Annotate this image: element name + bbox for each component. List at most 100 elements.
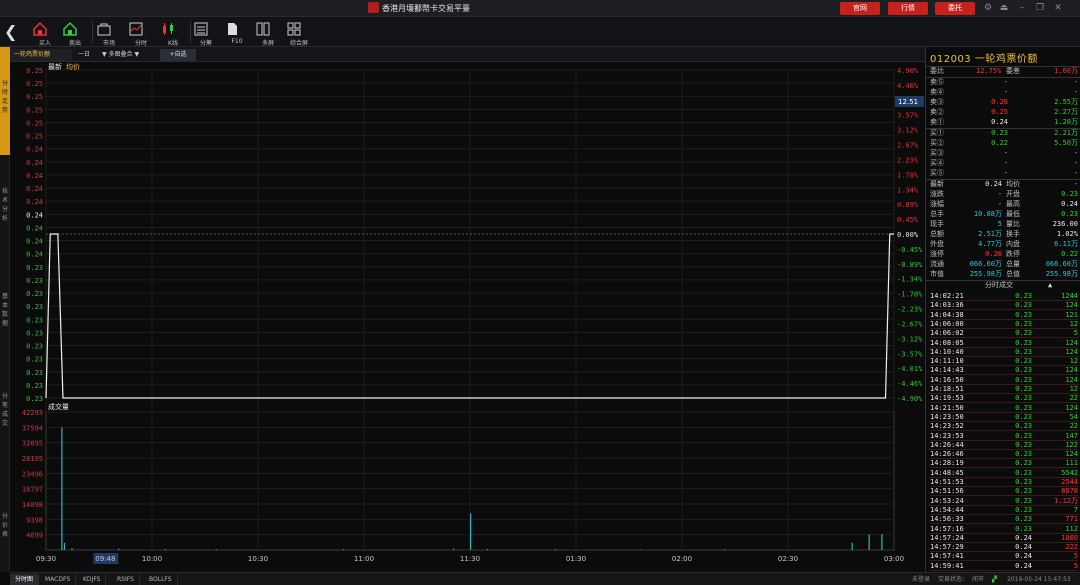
- tab-kdjfs[interactable]: KDJFS: [78, 574, 107, 585]
- minimize-icon[interactable]: –: [1016, 3, 1028, 14]
- tab-rsifs[interactable]: RSIFS: [112, 574, 140, 585]
- close-icon[interactable]: ✕: [1052, 3, 1064, 14]
- combined-screen-label: 综合屏: [289, 40, 308, 47]
- back-arrow-icon[interactable]: ❮: [4, 23, 20, 41]
- trade-volume: 2544: [1061, 478, 1078, 486]
- add-watchlist-button[interactable]: +自选: [160, 49, 196, 61]
- trade-price: 0.24: [1015, 533, 1032, 542]
- stat-label: 最低: [1006, 210, 1020, 218]
- ratio-label: 委比: [930, 67, 944, 75]
- stat-label: 市值: [930, 270, 944, 278]
- trade-price: 0.23: [1015, 412, 1032, 421]
- volume-bar: [63, 542, 66, 550]
- y-left-tick-label: 0.24: [26, 211, 43, 219]
- f10-tool-button[interactable]: F10: [224, 19, 250, 45]
- y-right-tick-label: 0.45%: [897, 216, 919, 224]
- y-left-tick-label: 0.24: [26, 159, 43, 167]
- y-right-tick-label: 2.67%: [897, 142, 919, 150]
- tab-product[interactable]: 一轮鸡票价额: [10, 49, 72, 61]
- stat-value: 255.98万: [1045, 270, 1078, 278]
- f10-label: F10: [231, 38, 243, 45]
- trade-row: 14:06:02 0.23 5: [930, 329, 1078, 339]
- stat-row: 总手 10.88万 最低 0.23: [930, 210, 1078, 219]
- trade-volume: 1000: [1061, 533, 1078, 542]
- bid-row: 买④ - -: [930, 159, 1078, 168]
- tab-tick-trades[interactable]: 分笔成交: [0, 392, 10, 432]
- order-button[interactable]: 委托: [935, 2, 975, 15]
- y-left-tick-label: 0.23: [26, 277, 43, 285]
- y-right-tick-label: -3.12%: [897, 335, 923, 343]
- multiscreen-tool-button[interactable]: 多屏: [255, 19, 281, 47]
- trade-price: 0.23: [1015, 366, 1032, 375]
- bid-level: 买④: [930, 159, 944, 167]
- kline-tool-button[interactable]: K线: [160, 19, 186, 47]
- trade-row: 14:57:29 0.24 222: [930, 543, 1078, 553]
- tab-basic-data[interactable]: 基本数据: [0, 292, 10, 332]
- trade-row: 14:26:44 0.23 122: [930, 441, 1078, 450]
- period-select[interactable]: 一日: [74, 49, 94, 61]
- tab-timeshare-chart[interactable]: 分时图: [10, 574, 40, 585]
- trade-volume: 5: [1073, 561, 1078, 570]
- volume-tick-label: 18797: [22, 486, 43, 494]
- mode-select[interactable]: ▼ 多图叠合 ▼: [98, 49, 143, 61]
- y-right-tick-label: 2.23%: [897, 156, 919, 164]
- trade-time: 14:06:00: [930, 319, 964, 328]
- bid-level: 买⑤: [930, 169, 944, 177]
- y-right-tick-label: 4.46%: [897, 82, 919, 90]
- stat-label: 最高: [1006, 200, 1020, 208]
- restore-icon[interactable]: ❐: [1034, 3, 1046, 14]
- sell-button[interactable]: 卖出: [62, 19, 88, 47]
- quote-panel: 012003 一轮鸡票价额 委比 12.75% 委差 1.60万 卖⑤ - - 卖④ - - 卖③ 0…: [925, 47, 1080, 572]
- diff-label: 委差: [1006, 67, 1020, 75]
- tab-timeshare-trend[interactable]: 分时走势: [0, 47, 10, 155]
- volume-bar: [868, 534, 870, 550]
- settings-icon[interactable]: ⚙: [982, 3, 994, 14]
- stat-label: 涨幅: [930, 200, 944, 208]
- market-button[interactable]: 行情: [888, 2, 928, 15]
- market-tool-button[interactable]: 市场: [96, 19, 122, 47]
- trade-time: 14:14:43: [930, 366, 964, 375]
- chip-tool-button[interactable]: 分筹: [193, 19, 219, 47]
- y-right-tick-label: -4.01%: [897, 365, 923, 373]
- tab-technical-analysis[interactable]: 技术分析: [0, 187, 10, 227]
- trade-time: 14:54:44: [930, 505, 964, 514]
- y-left-tick-label: 0.23: [26, 303, 43, 311]
- volume-tick-label: 28195: [22, 455, 43, 463]
- ratio-row: 委比 12.75% 委差 1.60万: [930, 67, 1078, 76]
- trade-row: 14:19:53 0.23 22: [930, 394, 1078, 404]
- stat-label: 涨停: [930, 250, 944, 258]
- timeshare-tool-button[interactable]: 分时: [128, 19, 154, 47]
- y-left-tick-label: 0.25: [26, 106, 43, 114]
- official-site-button[interactable]: 官网: [840, 2, 880, 15]
- trade-volume: 111: [1065, 459, 1078, 468]
- trade-volume: 54: [1069, 412, 1078, 421]
- trade-volume: 5542: [1061, 468, 1078, 477]
- trade-volume: 22: [1069, 394, 1078, 403]
- ask-price: 0.26: [991, 98, 1008, 106]
- trade-row: 14:57:16 0.23 112: [930, 525, 1078, 534]
- tab-macdfs[interactable]: MACDFS: [40, 574, 77, 585]
- ask-price: 0.24: [991, 118, 1008, 126]
- trade-volume: 121: [1065, 310, 1078, 319]
- buy-button[interactable]: 买入: [32, 19, 58, 47]
- eject-icon[interactable]: ⏏: [998, 3, 1010, 14]
- stat-row: 现手 5 量比 236.00: [930, 220, 1078, 229]
- y-left-tick-label: 0.25: [26, 133, 43, 141]
- y-right-tick-label: 1.78%: [897, 171, 919, 179]
- volume-tick-label: 14098: [22, 501, 43, 509]
- combined-screen-tool-button[interactable]: 综合屏: [286, 19, 312, 47]
- trade-volume: 124: [1065, 338, 1078, 347]
- trade-time: 14:03:36: [930, 301, 964, 310]
- y-right-tick-label: -0.89%: [897, 261, 923, 269]
- stat-value: 0.23: [1061, 210, 1078, 218]
- toolbar-divider: [190, 21, 191, 43]
- trade-time: 14:04:38: [930, 310, 964, 319]
- trade-price: 0.23: [1015, 310, 1032, 319]
- volume-bar: [724, 549, 726, 550]
- trade-row: 14:23:50 0.23 54: [930, 413, 1078, 422]
- stat-row: 外盘 4.77万 内盘 6.11万: [930, 240, 1078, 249]
- tab-bollfs[interactable]: BOLLFS: [144, 574, 178, 585]
- trade-volume: 124: [1065, 301, 1078, 310]
- tab-price-table[interactable]: 分价表: [0, 512, 10, 542]
- bid-price: 0.23: [991, 129, 1008, 137]
